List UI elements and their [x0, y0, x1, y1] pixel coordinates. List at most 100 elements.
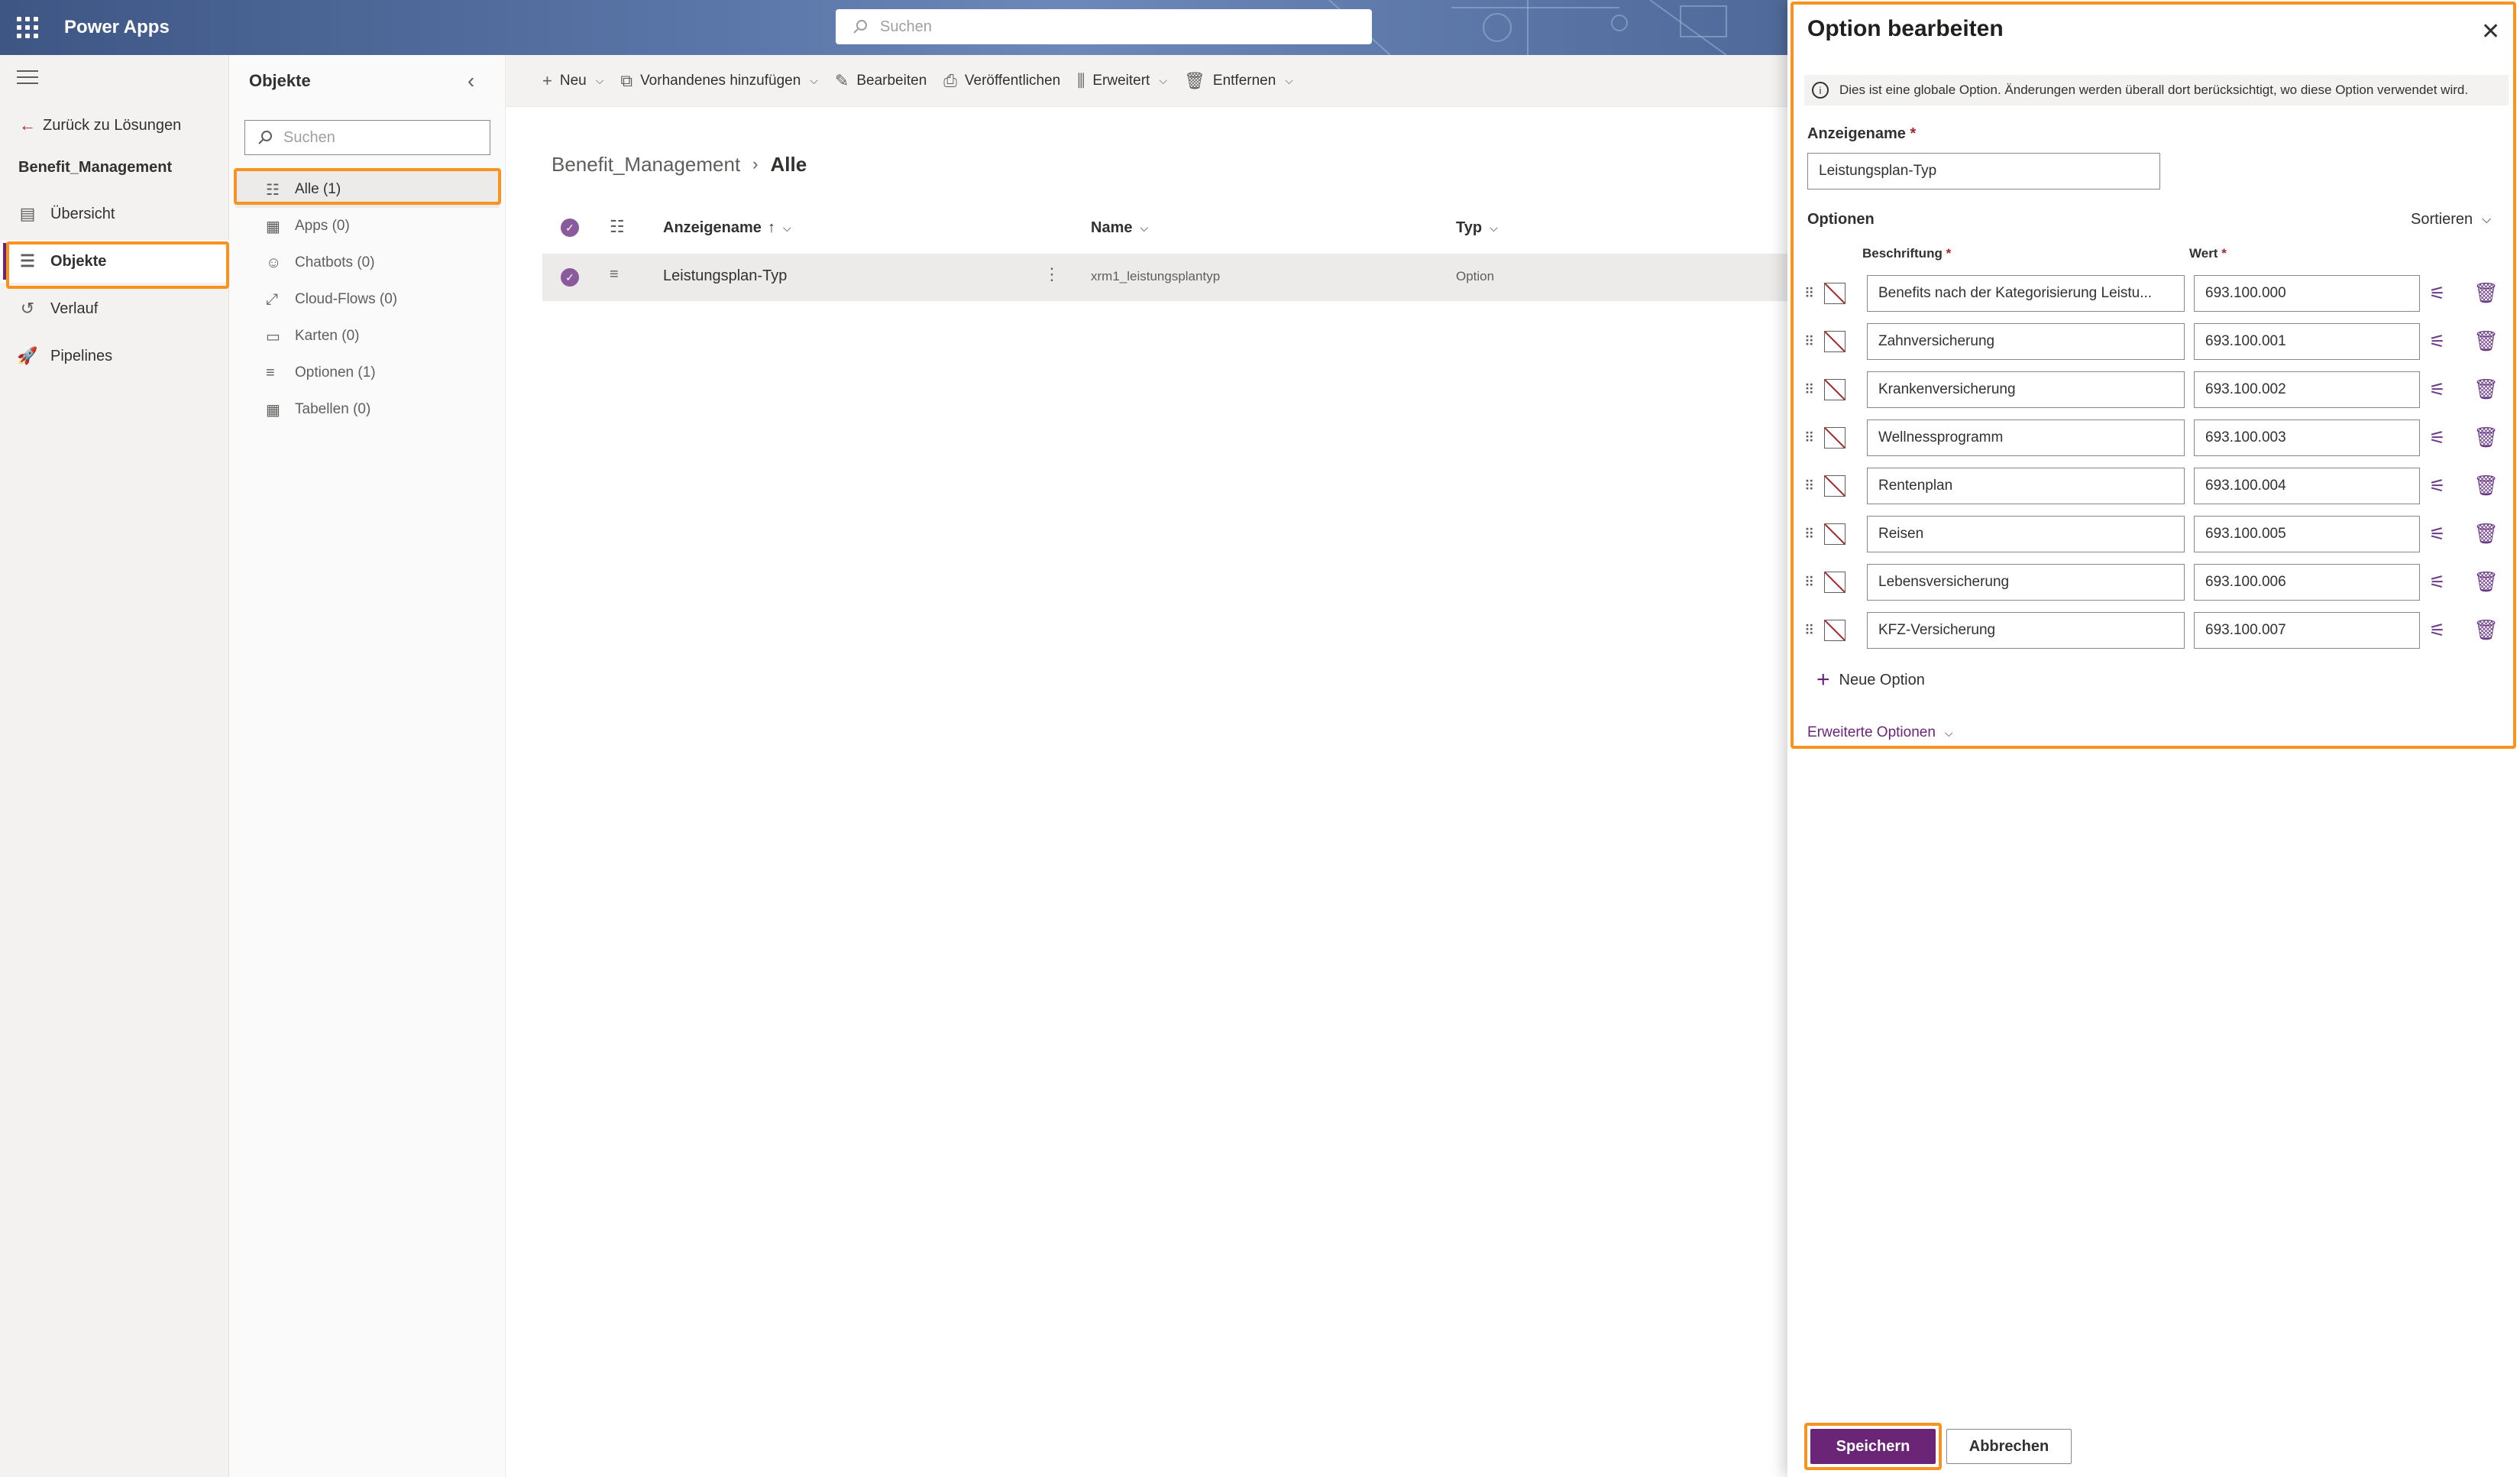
option-label-input[interactable]: Reisen	[1867, 516, 2185, 552]
object-filter-chatbots[interactable]: ☺ Chatbots (0)	[235, 245, 500, 281]
display-name-input[interactable]: Leistungsplan-Typ	[1807, 153, 2160, 189]
sliders-icon[interactable]: ⚟	[2429, 427, 2446, 449]
option-label-input[interactable]: Krankenversicherung	[1867, 371, 2185, 408]
option-value-input[interactable]: 693.100.001	[2194, 323, 2420, 360]
table-row[interactable]: ✓ ≡ Leistungsplan-Typ ⋮ xrm1_leistungspl…	[542, 254, 1787, 301]
hamburger-menu-icon[interactable]	[17, 70, 38, 89]
sliders-icon[interactable]: ⚟	[2429, 379, 2446, 401]
global-search-input[interactable]: Suchen	[836, 9, 1372, 44]
color-picker-icon[interactable]	[1824, 523, 1846, 545]
object-filter-apps[interactable]: ▦ Apps (0)	[235, 208, 500, 245]
chevron-down-icon: ⌵	[782, 222, 791, 234]
close-icon[interactable]: ✕	[2481, 18, 2500, 45]
color-picker-icon[interactable]	[1824, 620, 1846, 641]
app-title[interactable]: Power Apps	[64, 14, 170, 41]
option-value-input[interactable]: 693.100.002	[2194, 371, 2420, 408]
sliders-icon[interactable]: ⚟	[2429, 475, 2446, 497]
option-label-input[interactable]: Wellnessprogramm	[1867, 419, 2185, 456]
collapse-panel-icon[interactable]: ‹	[467, 69, 474, 93]
option-label-value: KFZ-Versicherung	[1878, 622, 1996, 638]
option-label-input[interactable]: Zahnversicherung	[1867, 323, 2185, 360]
publish-button[interactable]: ⎙ Veröffentlichen	[943, 71, 1060, 91]
remove-button[interactable]: 🗑 Entfernen ⌵	[1184, 71, 1293, 91]
option-value-input[interactable]: 693.100.000	[2194, 275, 2420, 312]
option-label-input[interactable]: Rentenplan	[1867, 468, 2185, 504]
nav-item-overview[interactable]: ▤ Übersicht	[0, 193, 229, 235]
select-all-checkbox[interactable]: ✓	[561, 219, 579, 237]
drag-handle-icon[interactable]: ⠿	[1804, 526, 1816, 543]
object-filter-cards[interactable]: ▭ Karten (0)	[235, 318, 500, 355]
sliders-icon[interactable]: ⚟	[2429, 523, 2446, 546]
drag-handle-icon[interactable]: ⠿	[1804, 382, 1816, 398]
trash-icon[interactable]: 🗑	[2473, 426, 2499, 449]
option-value-input[interactable]: 693.100.003	[2194, 419, 2420, 456]
trash-icon[interactable]: 🗑	[2473, 522, 2499, 546]
back-to-solutions-link[interactable]: ← Zurück zu Lösungen	[0, 104, 229, 147]
column-label-header: Beschriftung *	[1862, 246, 1951, 261]
chevron-down-icon: ⌵	[1285, 74, 1293, 86]
color-picker-icon[interactable]	[1824, 475, 1846, 497]
object-filter-tables[interactable]: ▦ Tabellen (0)	[235, 391, 500, 428]
trash-icon[interactable]: 🗑	[2473, 377, 2499, 401]
pencil-icon: ✎	[834, 70, 849, 90]
new-option-button[interactable]: + Neue Option	[1816, 669, 1925, 692]
option-value-value: 693.100.003	[2205, 429, 2286, 445]
color-picker-icon[interactable]	[1824, 427, 1846, 449]
objects-search-input[interactable]: Suchen	[244, 120, 490, 155]
sliders-icon[interactable]: ⚟	[2429, 572, 2446, 594]
drag-handle-icon[interactable]: ⠿	[1804, 623, 1816, 639]
option-value-input[interactable]: 693.100.005	[2194, 516, 2420, 552]
option-value-input[interactable]: 693.100.007	[2194, 612, 2420, 649]
drag-handle-icon[interactable]: ⠿	[1804, 286, 1816, 302]
nav-item-pipelines[interactable]: 🚀 Pipelines	[0, 335, 229, 377]
option-set-icon: ≡	[610, 266, 619, 283]
add-existing-button[interactable]: ⧉ Vorhandenes hinzufügen ⌵	[620, 71, 818, 91]
color-picker-icon[interactable]	[1824, 572, 1846, 593]
solution-name: Benefit_Management	[18, 159, 173, 176]
chevron-down-icon: ⌵	[1944, 726, 1953, 739]
option-row: ⠿ Zahnversicherung 693.100.001 ⚟ 🗑	[1804, 323, 2507, 360]
option-label-input[interactable]: Lebensversicherung	[1867, 564, 2185, 601]
new-option-label: Neue Option	[1839, 671, 1925, 688]
advanced-button[interactable]: ⫼ Erweitert ⌵	[1077, 71, 1167, 91]
advanced-label: Erweitert	[1092, 72, 1150, 89]
color-picker-icon[interactable]	[1824, 331, 1846, 352]
nav-item-history[interactable]: ↺ Verlauf	[0, 287, 229, 330]
objects-title: Objekte	[249, 71, 311, 90]
sliders-icon[interactable]: ⚟	[2429, 620, 2446, 642]
option-label-input[interactable]: KFZ-Versicherung	[1867, 612, 2185, 649]
column-header-name[interactable]: Name ⌵	[1091, 215, 1148, 240]
advanced-options-toggle[interactable]: Erweiterte Optionen ⌵	[1807, 724, 1953, 741]
object-filter-options[interactable]: ≡ Optionen (1)	[235, 355, 500, 391]
drag-handle-icon[interactable]: ⠿	[1804, 430, 1816, 446]
sliders-icon[interactable]: ⚟	[2429, 331, 2446, 353]
app-launcher-icon[interactable]	[17, 17, 38, 38]
sliders-icon[interactable]: ⚟	[2429, 283, 2446, 305]
trash-icon[interactable]: 🗑	[2473, 618, 2499, 642]
trash-icon[interactable]: 🗑	[2473, 329, 2499, 353]
drag-handle-icon[interactable]: ⠿	[1804, 575, 1816, 591]
column-header-display-name[interactable]: Anzeigename ↑ ⌵	[663, 215, 791, 240]
row-checkbox[interactable]: ✓	[561, 268, 579, 287]
nav-item-history-label: Verlauf	[50, 300, 99, 317]
drag-handle-icon[interactable]: ⠿	[1804, 334, 1816, 350]
new-button[interactable]: + Neu ⌵	[542, 71, 603, 91]
edit-button[interactable]: ✎ Bearbeiten	[835, 71, 927, 91]
option-label-input[interactable]: Benefits nach der Kategorisierung Leistu…	[1867, 275, 2185, 312]
option-value-input[interactable]: 693.100.006	[2194, 564, 2420, 601]
column-header-type[interactable]: Typ ⌵	[1456, 215, 1498, 240]
option-value-input[interactable]: 693.100.004	[2194, 468, 2420, 504]
trash-icon[interactable]: 🗑	[2473, 474, 2499, 497]
more-options-icon[interactable]: ⋮	[1043, 264, 1060, 284]
sort-button[interactable]: Sortieren ⌵	[2411, 211, 2491, 228]
breadcrumb-root[interactable]: Benefit_Management	[552, 150, 740, 179]
cancel-button[interactable]: Abbrechen	[1946, 1429, 2072, 1464]
color-picker-icon[interactable]	[1824, 379, 1846, 400]
drag-handle-icon[interactable]: ⠿	[1804, 478, 1816, 494]
color-picker-icon[interactable]	[1824, 283, 1846, 304]
trash-icon[interactable]: 🗑	[2473, 281, 2499, 305]
row-display-name[interactable]: Leistungsplan-Typ	[663, 267, 787, 285]
option-label-value: Benefits nach der Kategorisierung Leistu…	[1878, 285, 2153, 301]
trash-icon[interactable]: 🗑	[2473, 570, 2499, 594]
object-filter-cloud-flows[interactable]: ⤢ Cloud-Flows (0)	[235, 281, 500, 318]
